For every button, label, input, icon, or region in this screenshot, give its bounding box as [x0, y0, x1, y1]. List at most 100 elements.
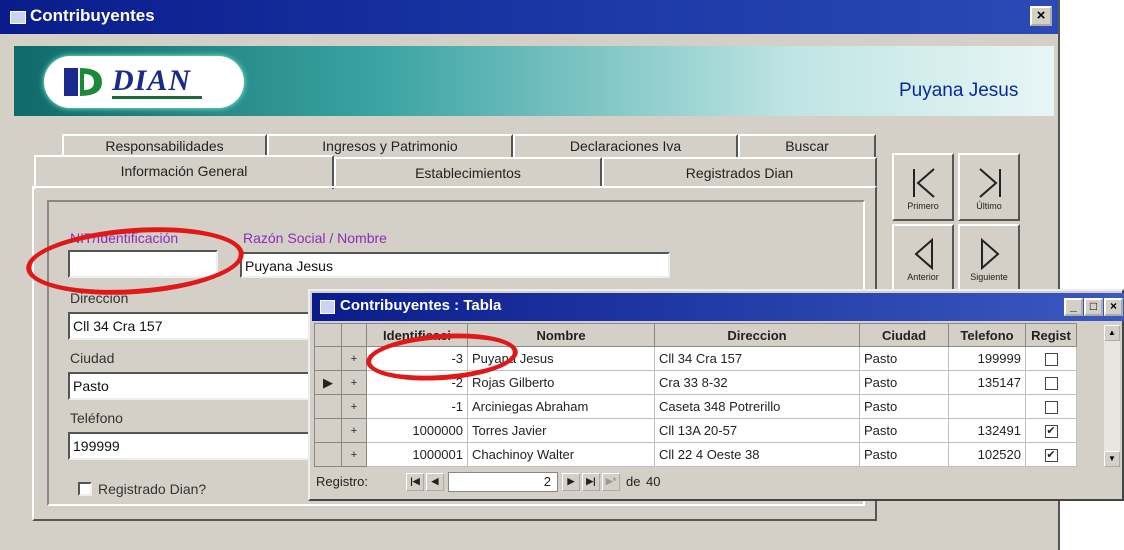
- dian-logo: DIAN: [44, 56, 244, 108]
- registrado-checkbox[interactable]: ✔: [1044, 425, 1058, 439]
- row-selector[interactable]: [314, 346, 342, 371]
- registrado-dian-label: Registrado Dian?: [98, 481, 207, 497]
- scroll-down-icon[interactable]: ▼: [1104, 451, 1120, 467]
- expand-row-icon[interactable]: +: [341, 370, 367, 395]
- cell-ciudad[interactable]: Pasto: [859, 418, 949, 443]
- cell-ciudad[interactable]: Pasto: [859, 442, 949, 467]
- next-record-icon: [981, 237, 1000, 271]
- table-row[interactable]: + -1 Arciniegas Abraham Caseta 348 Potreril…: [314, 394, 1077, 419]
- table-row[interactable]: +1000000 Torres Javier Cll 13A 20-57 Pasto 1…: [314, 418, 1077, 443]
- cell-direccion[interactable]: Cll 34 Cra 157: [654, 346, 860, 371]
- table-row[interactable]: +1000001 Chachinoy Walter Cll 22 4 Oeste 3…: [314, 442, 1077, 467]
- first-record-icon: [913, 168, 935, 198]
- registrado-checkbox[interactable]: [1044, 401, 1058, 415]
- razon-social-field[interactable]: Puyana Jesus: [240, 252, 670, 278]
- vertical-scrollbar[interactable]: ▲ ▼: [1104, 325, 1120, 467]
- column-header-direccion[interactable]: Direccion: [654, 323, 860, 347]
- next-record-button[interactable]: Siguiente: [958, 224, 1020, 292]
- cell-registrado[interactable]: ✔: [1025, 418, 1077, 443]
- record-number-field[interactable]: 2: [448, 472, 558, 492]
- nav-first-icon[interactable]: |◀: [406, 473, 424, 491]
- cell-identificacion[interactable]: 1000001: [366, 442, 468, 467]
- cell-identificacion[interactable]: 1000000: [366, 418, 468, 443]
- last-record-label: Último: [976, 201, 1002, 211]
- nav-last-icon[interactable]: ▶|: [582, 473, 600, 491]
- cell-registrado[interactable]: [1025, 370, 1077, 395]
- cell-telefono[interactable]: 199999: [948, 346, 1026, 371]
- row-selector[interactable]: [314, 418, 342, 443]
- tab-buscar[interactable]: Buscar: [738, 134, 876, 158]
- ciudad-label: Ciudad: [70, 350, 115, 366]
- tab-registrados-dian[interactable]: Registrados Dian: [602, 157, 877, 187]
- cell-telefono[interactable]: [948, 394, 1026, 419]
- cell-registrado[interactable]: [1025, 394, 1077, 419]
- expand-row-icon[interactable]: +: [341, 394, 367, 419]
- cell-identificacion[interactable]: -1: [366, 394, 468, 419]
- registrado-checkbox[interactable]: ✔: [1044, 449, 1058, 463]
- cell-telefono[interactable]: 132491: [948, 418, 1026, 443]
- scroll-up-icon[interactable]: ▲: [1104, 325, 1120, 341]
- next-record-label: Siguiente: [970, 272, 1008, 282]
- cell-direccion[interactable]: Caseta 348 Potrerillo: [654, 394, 860, 419]
- record-label: Registro:: [316, 474, 369, 489]
- telefono-label: Teléfono: [70, 410, 123, 426]
- registrado-checkbox[interactable]: [1044, 353, 1058, 367]
- cell-telefono[interactable]: 135147: [948, 370, 1026, 395]
- column-header-telefono[interactable]: Telefono: [948, 323, 1026, 347]
- row-selector-header[interactable]: [314, 323, 342, 347]
- row-selector[interactable]: [314, 442, 342, 467]
- logo-text: DIAN: [112, 64, 192, 97]
- registrado-checkbox[interactable]: [1044, 377, 1058, 391]
- table-close-button[interactable]: ×: [1104, 298, 1123, 316]
- previous-record-label: Anterior: [907, 272, 939, 282]
- last-record-icon: [979, 168, 1001, 198]
- cell-ciudad[interactable]: Pasto: [859, 346, 949, 371]
- header-banner: DIAN Puyana Jesus: [14, 46, 1054, 116]
- minimize-button[interactable]: _: [1064, 298, 1083, 316]
- nav-prev-icon[interactable]: ◀: [426, 473, 444, 491]
- cell-direccion[interactable]: Cra 33 8-32: [654, 370, 860, 395]
- cell-telefono[interactable]: 102520: [948, 442, 1026, 467]
- column-header-registrado[interactable]: Regist: [1025, 323, 1077, 347]
- registrado-dian-checkbox[interactable]: [78, 482, 92, 496]
- last-record-button[interactable]: Último: [958, 153, 1020, 221]
- record-of-label: de: [626, 474, 641, 489]
- previous-record-button[interactable]: Anterior: [892, 224, 954, 292]
- first-record-label: Primero: [907, 201, 939, 211]
- table-icon: [320, 300, 335, 314]
- app-icon: [10, 11, 26, 24]
- nav-new-icon[interactable]: ▶*: [602, 473, 620, 491]
- close-button[interactable]: ×: [1030, 6, 1052, 26]
- cell-nombre[interactable]: Rojas Gilberto: [467, 370, 655, 395]
- direccion-field[interactable]: Cll 34 Cra 157: [68, 312, 310, 340]
- expand-row-icon[interactable]: +: [341, 346, 367, 371]
- table-window: Contribuyentes : Tabla _ □ × Identificac…: [308, 289, 1124, 501]
- ciudad-field[interactable]: Pasto: [68, 372, 310, 400]
- cell-direccion[interactable]: Cll 22 4 Oeste 38: [654, 442, 860, 467]
- current-user-name: Puyana Jesus: [899, 80, 1019, 101]
- maximize-button[interactable]: □: [1084, 298, 1103, 316]
- first-record-button[interactable]: Primero: [892, 153, 954, 221]
- cell-registrado[interactable]: ✔: [1025, 442, 1077, 467]
- title-bar[interactable]: Contribuyentes ×: [0, 0, 1058, 34]
- cell-ciudad[interactable]: Pasto: [859, 394, 949, 419]
- cell-nombre[interactable]: Chachinoy Walter: [467, 442, 655, 467]
- telefono-field[interactable]: 199999: [68, 432, 310, 460]
- cell-nombre[interactable]: Torres Javier: [467, 418, 655, 443]
- cell-nombre[interactable]: Arciniegas Abraham: [467, 394, 655, 419]
- row-selector[interactable]: ▶: [314, 370, 342, 395]
- tab-establecimientos[interactable]: Establecimientos: [334, 157, 602, 187]
- tab-informacion-general[interactable]: Información General: [34, 155, 334, 189]
- tab-declaraciones-iva[interactable]: Declaraciones Iva: [513, 134, 738, 158]
- cell-ciudad[interactable]: Pasto: [859, 370, 949, 395]
- expand-row-icon[interactable]: +: [341, 418, 367, 443]
- column-header-ciudad[interactable]: Ciudad: [859, 323, 949, 347]
- expand-row-icon[interactable]: +: [341, 442, 367, 467]
- record-navigation-bar: Registro: |◀ ◀ 2 ▶ ▶| ▶* de 40: [314, 471, 1104, 495]
- table-title-bar[interactable]: Contribuyentes : Tabla _ □ ×: [312, 293, 1124, 321]
- dian-logo-mark-icon: [64, 68, 102, 96]
- nav-next-icon[interactable]: ▶: [562, 473, 580, 491]
- cell-direccion[interactable]: Cll 13A 20-57: [654, 418, 860, 443]
- cell-registrado[interactable]: [1025, 346, 1077, 371]
- row-selector[interactable]: [314, 394, 342, 419]
